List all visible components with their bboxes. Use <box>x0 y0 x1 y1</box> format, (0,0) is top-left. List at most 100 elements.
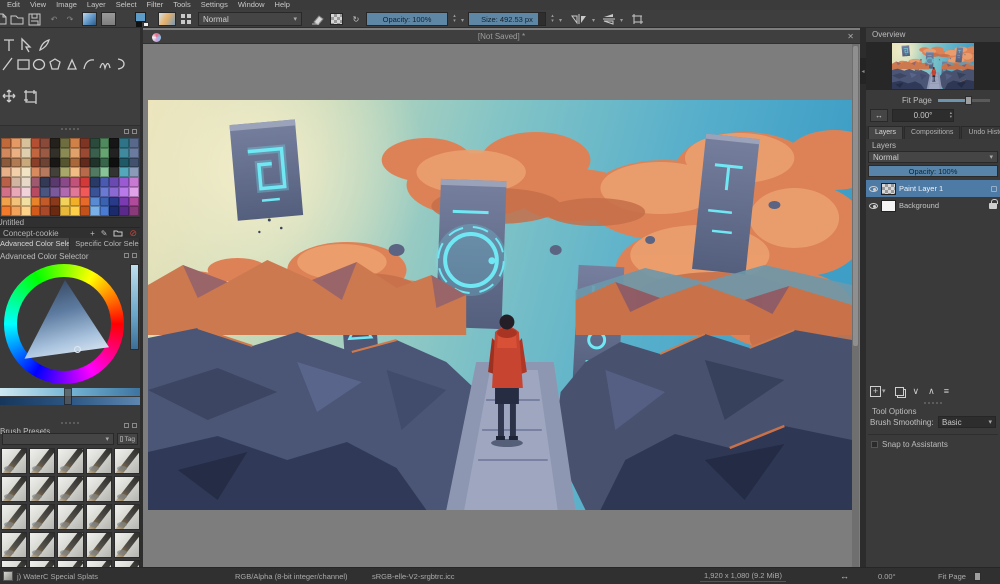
palette-swatch[interactable] <box>70 177 80 187</box>
brush-preset-thumbnail[interactable] <box>86 448 112 474</box>
brush-size-slider[interactable]: Size: 492.53 px <box>468 12 546 26</box>
menu-tools[interactable]: Tools <box>168 0 196 10</box>
mirror-canvas-icon[interactable]: ↔ <box>840 571 849 581</box>
palette-swatch[interactable] <box>40 206 50 216</box>
palette-swatch[interactable] <box>40 158 50 168</box>
palette-name-row[interactable]: Concept-cookie + ✎ ⊘ <box>0 227 140 238</box>
palette-swatch[interactable] <box>109 187 119 197</box>
menu-filter[interactable]: Filter <box>142 0 169 10</box>
palette-swatch[interactable] <box>119 138 129 148</box>
palette-swatch[interactable] <box>100 138 110 148</box>
value-strip[interactable] <box>130 264 139 350</box>
docker-window-icons[interactable] <box>124 129 137 134</box>
palette-swatch[interactable] <box>100 167 110 177</box>
palette-swatch[interactable] <box>21 158 31 168</box>
palette-swatch[interactable] <box>50 206 60 216</box>
add-color-icon[interactable]: + <box>90 229 95 238</box>
palette-swatch[interactable] <box>1 158 11 168</box>
palette-swatch[interactable] <box>70 158 80 168</box>
brush-preset-thumbnail[interactable] <box>86 476 112 502</box>
palette-swatch[interactable] <box>80 167 90 177</box>
palette-swatch[interactable] <box>90 167 100 177</box>
palette-swatch[interactable] <box>1 138 11 148</box>
palette-swatch[interactable] <box>70 187 80 197</box>
opacity-spinner[interactable]: ▴▾ <box>450 12 459 26</box>
menu-view[interactable]: View <box>25 0 51 10</box>
palette-swatch[interactable] <box>90 138 100 148</box>
save-icon[interactable] <box>27 12 41 26</box>
brush-preset-thumbnail[interactable] <box>29 504 55 530</box>
palette-swatch[interactable] <box>80 187 90 197</box>
brush-preset-thumbnail[interactable] <box>86 560 112 567</box>
mirror-canvas-icon[interactable]: ↔ <box>870 109 888 122</box>
brush-preset-thumbnail[interactable] <box>57 448 83 474</box>
palette-swatch[interactable] <box>11 148 21 158</box>
rectangle-tool-icon[interactable] <box>18 60 29 69</box>
brush-preset-thumbnail[interactable] <box>57 504 83 530</box>
calligraphy-tool-icon[interactable] <box>40 40 49 50</box>
palette-swatch[interactable] <box>80 197 90 207</box>
palette-swatch[interactable] <box>21 167 31 177</box>
palette-swatch[interactable] <box>11 206 21 216</box>
palette-swatch[interactable] <box>129 158 139 168</box>
layer-opacity-slider[interactable]: Opacity: 100% <box>868 165 998 177</box>
brush-preset-thumbnail[interactable] <box>29 532 55 558</box>
palette-swatch[interactable] <box>50 148 60 158</box>
zoom-slider[interactable] <box>968 575 974 584</box>
palette-swatch[interactable] <box>31 148 41 158</box>
palette-swatch[interactable] <box>60 138 70 148</box>
ellipse-tool-icon[interactable] <box>34 60 45 70</box>
palette-swatch[interactable] <box>40 167 50 177</box>
palette-swatch[interactable] <box>109 138 119 148</box>
brush-preset-thumbnail[interactable] <box>57 560 83 567</box>
brush-preset-thumbnail[interactable] <box>1 504 27 530</box>
palette-swatch[interactable] <box>109 158 119 168</box>
brush-preset-grid[interactable] <box>1 448 140 567</box>
palette-swatch[interactable] <box>40 197 50 207</box>
palette-swatch[interactable] <box>90 197 100 207</box>
brush-preset-thumbnail[interactable] <box>1 476 27 502</box>
layer-thumbnail[interactable] <box>881 200 896 212</box>
freehand-path-tool-icon[interactable] <box>100 64 110 69</box>
palette-swatch[interactable] <box>129 197 139 207</box>
palette-swatch[interactable] <box>80 206 90 216</box>
tab-specific-color-selector[interactable]: Specific Color Selector <box>70 238 140 250</box>
shade-handle[interactable] <box>64 388 72 405</box>
palette-swatch[interactable] <box>109 206 119 216</box>
add-layer-button[interactable]: + ▾ <box>870 386 886 397</box>
palette-swatch[interactable] <box>109 167 119 177</box>
brush-preset-thumbnail[interactable] <box>114 448 140 474</box>
canvas-rotation-value[interactable]: 0.00° <box>878 572 896 581</box>
dynamic-brush-tool-icon[interactable] <box>118 59 124 69</box>
close-icon[interactable]: ✕ <box>847 32 854 41</box>
palette-swatch[interactable] <box>60 177 70 187</box>
canvas-scrollbar[interactable] <box>852 44 859 567</box>
palette-swatch[interactable] <box>119 206 129 216</box>
palette-swatch[interactable] <box>100 206 110 216</box>
move-layer-down-icon[interactable]: ∨ <box>913 386 920 397</box>
open-folder-icon[interactable] <box>10 12 24 26</box>
palette-swatch[interactable] <box>31 138 41 148</box>
palette-swatch[interactable] <box>90 148 100 158</box>
palette-swatch[interactable] <box>21 148 31 158</box>
mirror-horizontal-icon[interactable] <box>570 12 590 26</box>
palette-swatch[interactable] <box>31 167 41 177</box>
palette-swatch[interactable] <box>129 206 139 216</box>
docker-window-icons[interactable] <box>124 253 137 258</box>
palette-swatch[interactable] <box>60 148 70 158</box>
palette-swatch[interactable] <box>100 148 110 158</box>
palette-swatch[interactable] <box>70 138 80 148</box>
palette-swatch[interactable] <box>21 177 31 187</box>
mirror-vertical-caret[interactable]: ▾ <box>620 17 623 24</box>
palette-swatch[interactable] <box>50 158 60 168</box>
move-tool-icon[interactable] <box>3 90 15 102</box>
transform-tool-icon[interactable] <box>22 39 30 52</box>
brush-preset-thumbnail[interactable] <box>29 448 55 474</box>
palette-swatch[interactable] <box>40 148 50 158</box>
brush-preset-thumbnail[interactable] <box>1 448 27 474</box>
palette-swatch[interactable] <box>90 206 100 216</box>
palette-swatch[interactable] <box>1 177 11 187</box>
pattern-chooser[interactable] <box>101 12 116 26</box>
palette-swatch[interactable] <box>109 148 119 158</box>
brush-preset-thumbnail[interactable] <box>29 476 55 502</box>
